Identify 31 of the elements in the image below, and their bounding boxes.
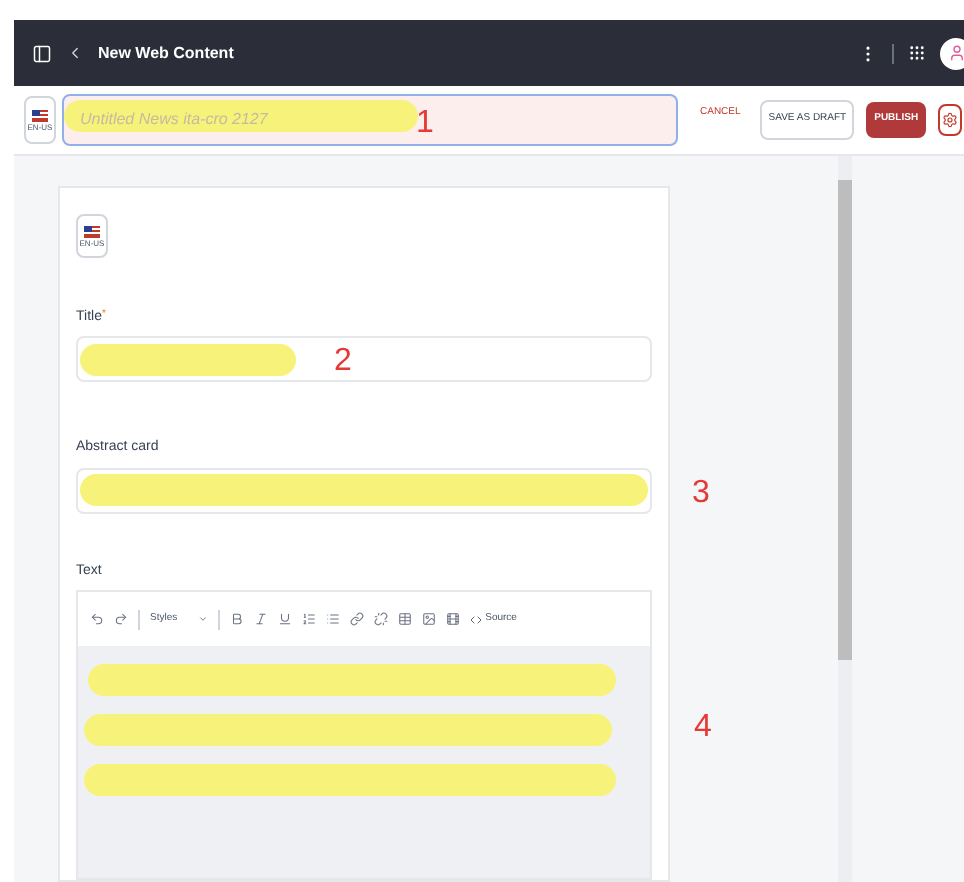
caret-icon xyxy=(197,614,208,624)
unlink-icon xyxy=(373,612,388,626)
sidebar-toggle-icon xyxy=(32,43,52,63)
settings-icon xyxy=(942,112,959,128)
flag-icon xyxy=(32,109,48,121)
underline-icon xyxy=(277,612,292,626)
annotation-number: 3 xyxy=(692,477,710,509)
redo-icon xyxy=(114,612,128,626)
table-icon xyxy=(397,612,412,626)
bold-icon xyxy=(229,612,244,626)
settings-button[interactable] xyxy=(938,104,963,136)
back-icon xyxy=(66,44,84,62)
undo-icon xyxy=(90,612,104,626)
text-field[interactable]: 2 xyxy=(76,336,652,382)
placeholder-text: Untitled News ita-cro 2127 xyxy=(78,108,268,132)
numbered-list-icon xyxy=(301,612,316,626)
link-icon xyxy=(349,612,364,626)
apps-grid-icon xyxy=(908,44,926,62)
flag-icon xyxy=(84,225,100,238)
annotation-number: 2 xyxy=(334,346,352,378)
annotation-number: 1 xyxy=(416,108,434,140)
code-icon xyxy=(469,613,482,625)
image-icon xyxy=(421,612,436,626)
italic-icon xyxy=(253,612,268,626)
annotation-number: 4 xyxy=(694,712,712,744)
user-icon xyxy=(947,44,964,62)
avatar[interactable] xyxy=(940,37,964,69)
page-title: New Web Content xyxy=(98,41,234,65)
bulleted-list-icon xyxy=(325,612,340,626)
title-input[interactable]: Untitled News ita-cro 2127 1 xyxy=(62,94,678,146)
video-icon xyxy=(445,612,460,626)
